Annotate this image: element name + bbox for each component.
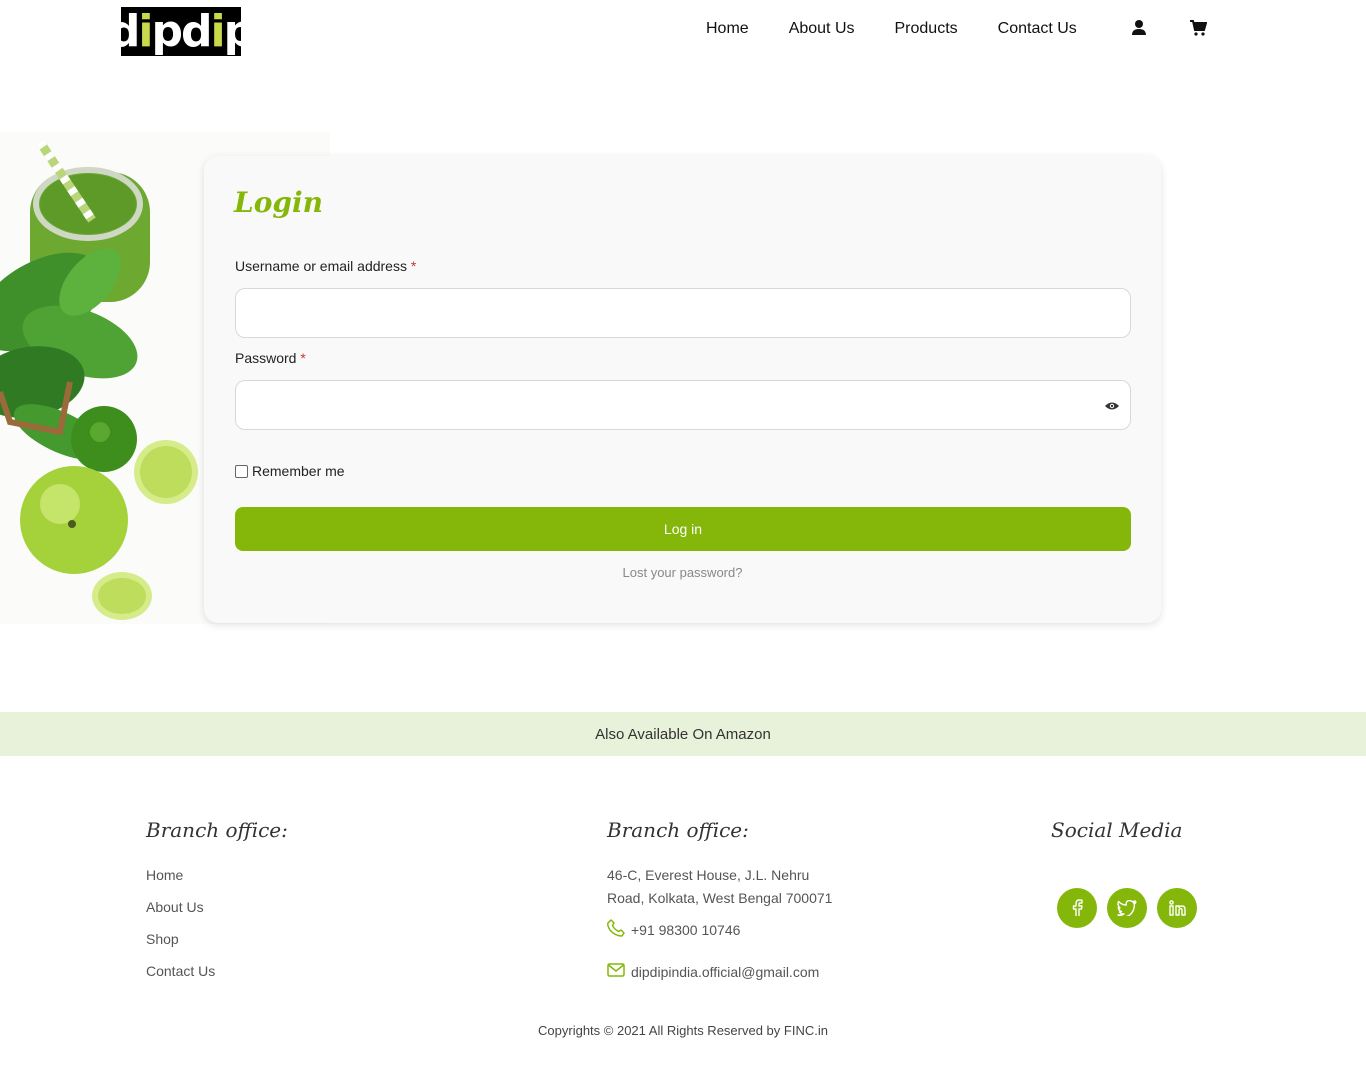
address-line-2: Road, Kolkata, West Bengal 700071 <box>607 890 833 906</box>
nav-about-us[interactable]: About Us <box>789 20 855 38</box>
nav-contact-us[interactable]: Contact Us <box>998 20 1077 38</box>
username-label: Username or email address * <box>235 258 416 274</box>
footer-link-home[interactable]: Home <box>146 867 183 883</box>
phone-number: +91 98300 10746 <box>631 921 741 938</box>
footer-link-about-us[interactable]: About Us <box>146 899 204 915</box>
remember-me-label: Remember me <box>252 463 345 479</box>
remember-me: Remember me <box>235 463 345 479</box>
footer-heading-col2: Branch office: <box>607 818 749 842</box>
phone-row[interactable]: +91 98300 10746 <box>607 919 740 940</box>
email-row[interactable]: dipdipindia.official@gmail.com <box>607 963 819 980</box>
remember-me-checkbox[interactable] <box>235 464 248 478</box>
footer-heading-col1: Branch office: <box>146 818 288 842</box>
mail-icon <box>607 963 625 980</box>
cart-icon[interactable] <box>1189 19 1208 42</box>
nav-products[interactable]: Products <box>895 20 958 38</box>
login-title: Login <box>234 186 323 219</box>
login-card: Login Username or email address * Passwo… <box>204 156 1161 623</box>
main-nav: Home About Us Products Contact Us <box>706 20 1077 38</box>
amazon-banner-text: Also Available On Amazon <box>595 725 771 743</box>
password-input[interactable] <box>235 380 1131 430</box>
facebook-icon[interactable] <box>1057 888 1097 928</box>
amazon-banner[interactable]: Also Available On Amazon <box>0 712 1366 756</box>
footer-heading-col3: Social Media <box>1051 818 1183 842</box>
required-mark: * <box>300 350 306 366</box>
required-mark: * <box>410 258 417 274</box>
footer-link-shop[interactable]: Shop <box>146 931 179 947</box>
footer-link-contact-us[interactable]: Contact Us <box>146 963 215 979</box>
address: 46-C, Everest House, J.L. Nehru Road, Ko… <box>607 864 832 910</box>
site-header: dipdip Home About Us Products Contact Us <box>0 0 1366 62</box>
logo[interactable]: dipdip <box>109 7 255 56</box>
username-label-text: Username or email address <box>235 258 407 274</box>
login-button[interactable]: Log in <box>235 507 1131 551</box>
user-icon[interactable] <box>1131 19 1147 42</box>
address-line-1: 46-C, Everest House, J.L. Nehru <box>607 867 810 883</box>
phone-icon <box>607 919 625 940</box>
password-label-text: Password <box>235 350 297 366</box>
nav-home[interactable]: Home <box>706 20 749 38</box>
logo-text: dipdip <box>108 5 255 57</box>
email-address: dipdipindia.official@gmail.com <box>631 963 820 980</box>
twitter-icon[interactable] <box>1107 888 1147 928</box>
copyright: Copyrights © 2021 All Rights Reserved by… <box>538 1023 828 1038</box>
password-label: Password * <box>235 350 306 366</box>
linkedin-icon[interactable] <box>1157 888 1197 928</box>
username-input[interactable] <box>235 288 1131 338</box>
lost-password-link[interactable]: Lost your password? <box>204 565 1161 580</box>
show-password-icon[interactable] <box>1104 398 1120 416</box>
